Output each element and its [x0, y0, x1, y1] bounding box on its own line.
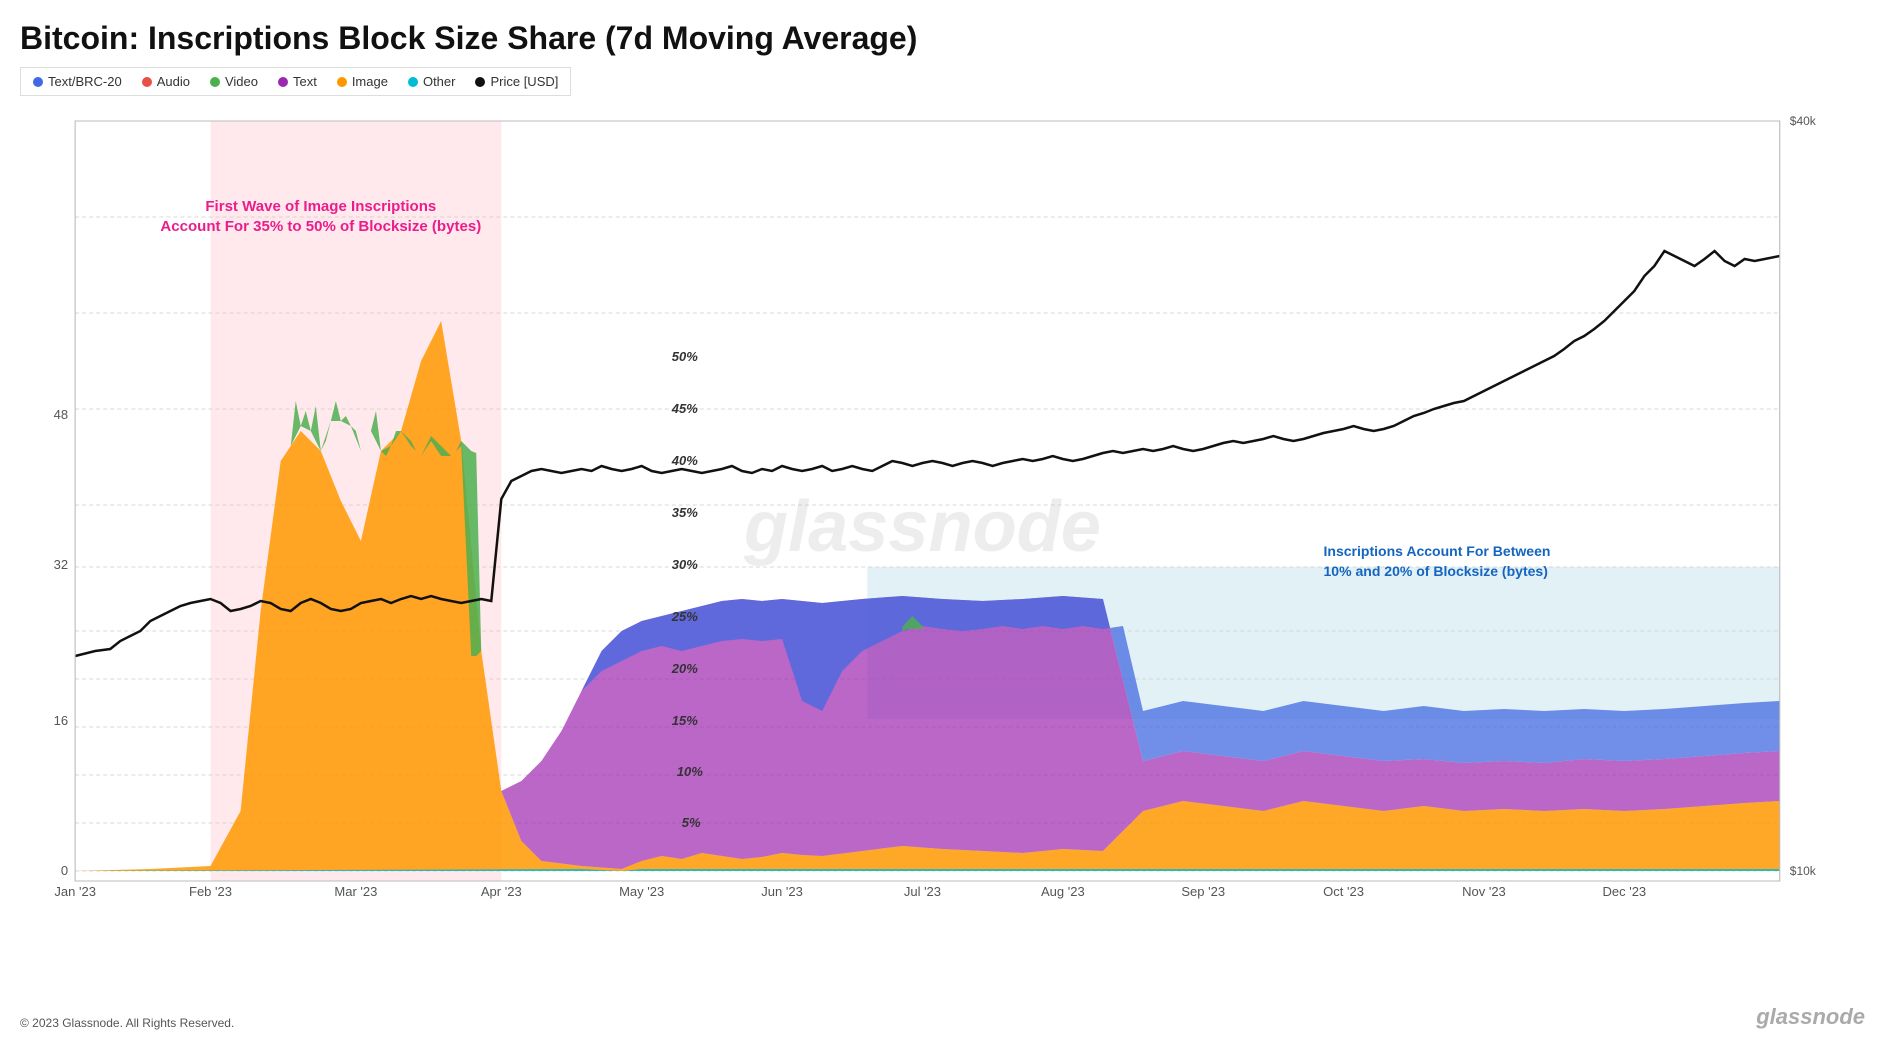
legend-dot-video: [210, 77, 220, 87]
legend-item-other: Other: [408, 74, 456, 89]
svg-text:Oct '23: Oct '23: [1323, 884, 1364, 899]
svg-text:Jun '23: Jun '23: [761, 884, 803, 899]
svg-text:35%: 35%: [672, 505, 698, 520]
svg-text:25%: 25%: [671, 609, 698, 624]
svg-text:Nov '23: Nov '23: [1462, 884, 1506, 899]
svg-text:50%: 50%: [672, 349, 698, 364]
legend-label-image: Image: [352, 74, 388, 89]
svg-text:10% and 20% of Blocksize (byte: 10% and 20% of Blocksize (bytes): [1324, 563, 1548, 579]
svg-text:Feb '23: Feb '23: [189, 884, 232, 899]
legend-item-video: Video: [210, 74, 258, 89]
legend: Text/BRC-20 Audio Video Text Image Other…: [20, 67, 571, 96]
svg-text:0: 0: [61, 863, 68, 878]
svg-text:32: 32: [54, 557, 68, 572]
svg-text:glassnode: glassnode: [743, 487, 1101, 567]
svg-text:5%: 5%: [682, 815, 701, 830]
footer-logo: glassnode: [1756, 1004, 1865, 1030]
chart-title: Bitcoin: Inscriptions Block Size Share (…: [20, 20, 1875, 57]
legend-label-other: Other: [423, 74, 456, 89]
legend-dot-textbrc20: [33, 77, 43, 87]
legend-dot-price: [475, 77, 485, 87]
legend-item-textbrc20: Text/BRC-20: [33, 74, 122, 89]
legend-item-text: Text: [278, 74, 317, 89]
svg-text:Account For 35% to 50% of Bloc: Account For 35% to 50% of Blocksize (byt…: [160, 218, 481, 235]
svg-text:$40k: $40k: [1790, 114, 1817, 128]
legend-label-text: Text: [293, 74, 317, 89]
svg-text:Jan '23: Jan '23: [54, 884, 96, 899]
svg-text:Mar '23: Mar '23: [334, 884, 377, 899]
legend-item-image: Image: [337, 74, 388, 89]
svg-text:Apr '23: Apr '23: [481, 884, 522, 899]
svg-text:40%: 40%: [671, 453, 698, 468]
legend-item-price: Price [USD]: [475, 74, 558, 89]
legend-label-price: Price [USD]: [490, 74, 558, 89]
legend-item-audio: Audio: [142, 74, 190, 89]
svg-text:Dec '23: Dec '23: [1602, 884, 1646, 899]
legend-dot-image: [337, 77, 347, 87]
svg-text:10%: 10%: [677, 764, 703, 779]
legend-dot-audio: [142, 77, 152, 87]
svg-text:20%: 20%: [671, 661, 698, 676]
legend-label-audio: Audio: [157, 74, 190, 89]
svg-text:48: 48: [54, 407, 68, 422]
legend-dot-text: [278, 77, 288, 87]
footer-copyright: © 2023 Glassnode. All Rights Reserved.: [20, 1016, 234, 1030]
svg-text:30%: 30%: [672, 557, 698, 572]
svg-text:First Wave of Image Inscriptio: First Wave of Image Inscriptions: [205, 198, 436, 215]
svg-text:Sep '23: Sep '23: [1181, 884, 1225, 899]
legend-dot-other: [408, 77, 418, 87]
chart-container: Bitcoin: Inscriptions Block Size Share (…: [0, 0, 1895, 1040]
svg-text:Jul '23: Jul '23: [904, 884, 941, 899]
svg-text:$10k: $10k: [1790, 864, 1817, 878]
svg-text:15%: 15%: [672, 713, 698, 728]
svg-text:Aug '23: Aug '23: [1041, 884, 1085, 899]
svg-text:May '23: May '23: [619, 884, 664, 899]
legend-label-textbrc20: Text/BRC-20: [48, 74, 122, 89]
svg-text:Inscriptions Account For Betwe: Inscriptions Account For Between: [1324, 543, 1551, 559]
legend-label-video: Video: [225, 74, 258, 89]
chart-area: 0 16 32 48 $10k $40k 5% 10% 15% 20% 25% …: [20, 111, 1875, 931]
svg-text:16: 16: [54, 713, 68, 728]
svg-text:45%: 45%: [671, 401, 698, 416]
chart-svg: 0 16 32 48 $10k $40k 5% 10% 15% 20% 25% …: [20, 111, 1875, 931]
